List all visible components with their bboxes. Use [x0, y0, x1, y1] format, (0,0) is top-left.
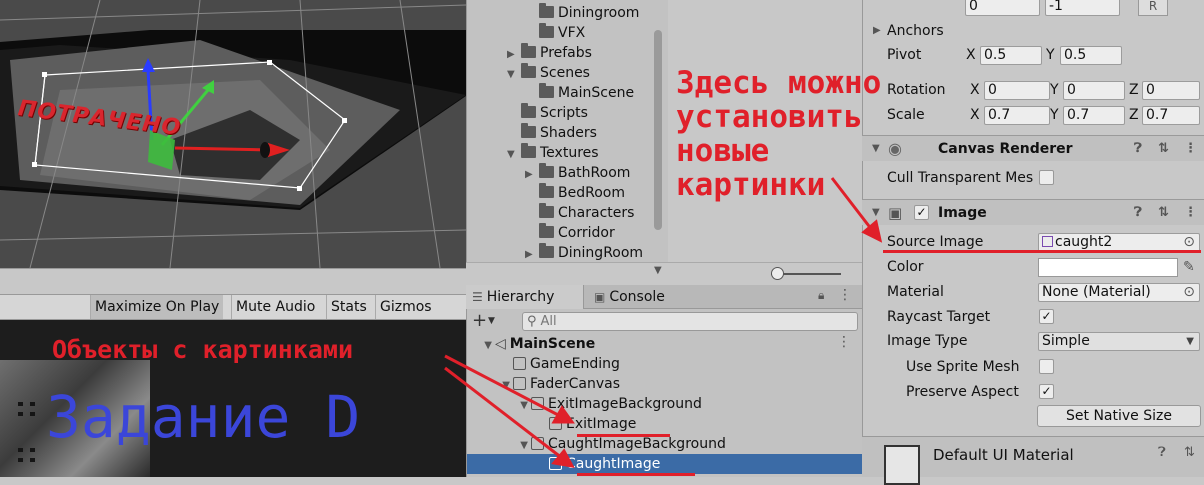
annotation-arrows — [444, 177, 883, 468]
